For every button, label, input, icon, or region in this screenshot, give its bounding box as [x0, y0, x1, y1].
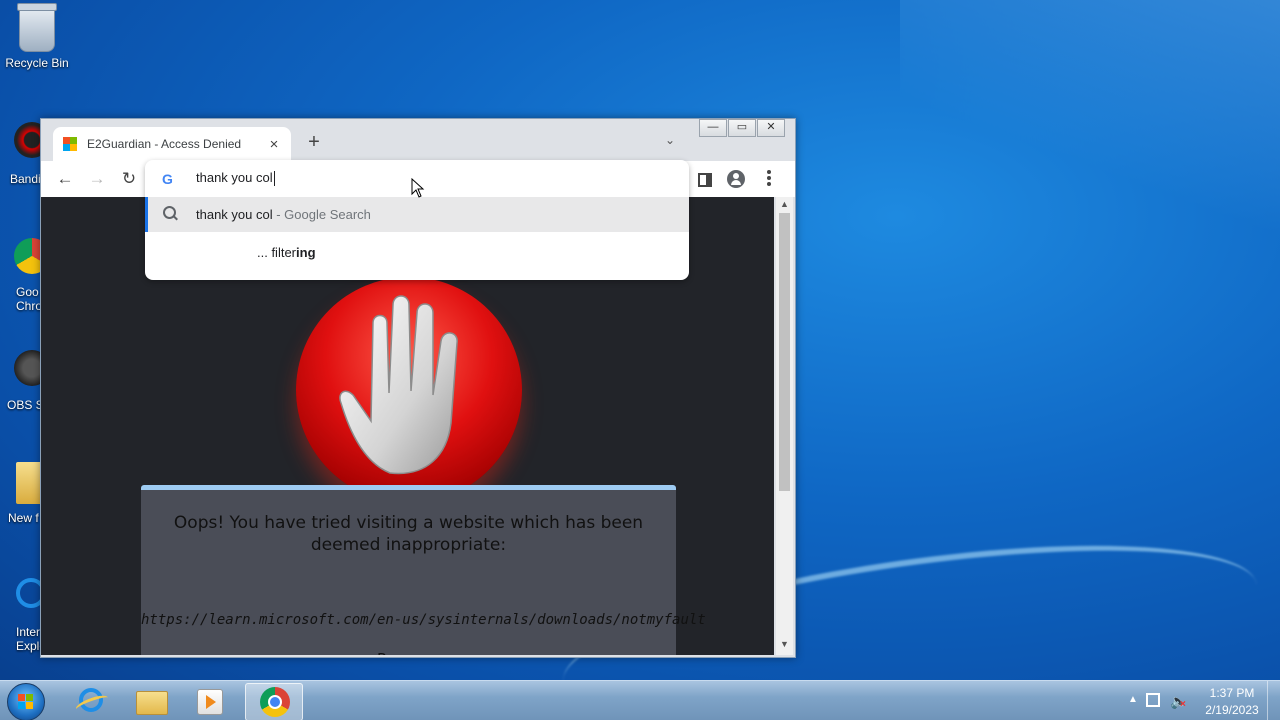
profile-avatar-icon[interactable]: [727, 170, 745, 188]
network-icon[interactable]: [1146, 693, 1160, 707]
clock-time[interactable]: 1:37 PM: [1192, 686, 1272, 700]
desktop-light-streak: [900, 0, 1280, 260]
new-tab-button[interactable]: +: [303, 131, 325, 154]
window-controls: — ▭ ✕: [698, 119, 785, 137]
desktop-icon-label: Bandi: [10, 172, 41, 186]
media-player-icon: [197, 689, 223, 715]
taskbar-file-explorer[interactable]: [122, 683, 178, 719]
title-bar: E2Guardian - Access Denied × + ⌄ — ▭ ✕: [41, 119, 795, 161]
search-icon: [163, 206, 176, 219]
taskbar: ▲ 🔈 × 1:37 PM 2/19/2023: [0, 680, 1280, 720]
blocked-url: https://learn.microsoft.com/en-us/sysint…: [141, 612, 706, 628]
suggestion-text: ... filtering: [257, 245, 316, 260]
file-explorer-icon: [136, 691, 168, 715]
system-tray: ▲ 🔈 × 1:37 PM 2/19/2023: [1120, 681, 1280, 720]
microsoft-favicon-icon: [63, 137, 77, 151]
chrome-icon: [260, 687, 290, 717]
taskbar-chrome[interactable]: [245, 683, 303, 720]
tab-title: E2Guardian - Access Denied: [87, 137, 242, 151]
omnibox-suggestion-filtering[interactable]: ... filtering: [145, 235, 689, 271]
forward-button[interactable]: →: [86, 169, 108, 189]
taskbar-internet-explorer[interactable]: [62, 683, 118, 719]
scroll-down-button[interactable]: ▼: [776, 639, 793, 653]
vertical-scrollbar[interactable]: ▲ ▼: [776, 197, 793, 655]
restore-button[interactable]: ▭: [728, 119, 756, 137]
notice-panel: Oops! You have tried visiting a website …: [141, 485, 706, 655]
scroll-thumb[interactable]: [779, 213, 790, 491]
address-input[interactable]: thank you col: [196, 170, 275, 187]
minimize-button[interactable]: —: [699, 119, 727, 137]
desktop-icon-label: New f: [8, 511, 39, 525]
taskbar-media-player[interactable]: [182, 683, 238, 719]
desktop-icon-label: Goo Chro: [16, 285, 43, 313]
scroll-up-button[interactable]: ▲: [776, 199, 793, 213]
desktop-icon-label: Recycle Bin: [5, 56, 69, 70]
google-g-icon: G: [162, 171, 173, 187]
desktop-icon-label: OBS S: [7, 398, 44, 412]
mute-x-icon: ×: [1180, 699, 1186, 710]
more-menu-icon[interactable]: [767, 170, 771, 188]
internet-explorer-icon: [79, 688, 103, 712]
mouse-pointer-icon: [411, 178, 425, 198]
desktop-icon-recycle-bin[interactable]: Recycle Bin: [0, 3, 74, 70]
partial-text: R: [377, 650, 387, 655]
reload-button[interactable]: ↻: [118, 169, 140, 189]
side-panel-icon[interactable]: [698, 173, 712, 187]
folder-icon: [16, 462, 42, 504]
show-desktop-button[interactable]: [1267, 681, 1280, 720]
omnibox-suggestion-google-search[interactable]: thank you col - Google Search: [145, 197, 689, 232]
recycle-bin-icon: [17, 3, 57, 52]
tab-e2guardian[interactable]: E2Guardian - Access Denied ×: [53, 127, 291, 161]
blocked-message-heading: Oops! You have tried visiting a website …: [173, 513, 644, 555]
close-window-button[interactable]: ✕: [757, 119, 785, 137]
tab-close-button[interactable]: ×: [265, 136, 283, 153]
back-button[interactable]: ←: [54, 169, 76, 189]
suggestion-text: thank you col - Google Search: [196, 207, 371, 222]
clock-date[interactable]: 2/19/2023: [1192, 703, 1272, 717]
windows-start-icon[interactable]: [7, 683, 45, 720]
tab-search-button[interactable]: ⌄: [665, 133, 675, 147]
stop-hand-icon: [339, 295, 458, 475]
show-hidden-icons-button[interactable]: ▲: [1128, 694, 1138, 705]
